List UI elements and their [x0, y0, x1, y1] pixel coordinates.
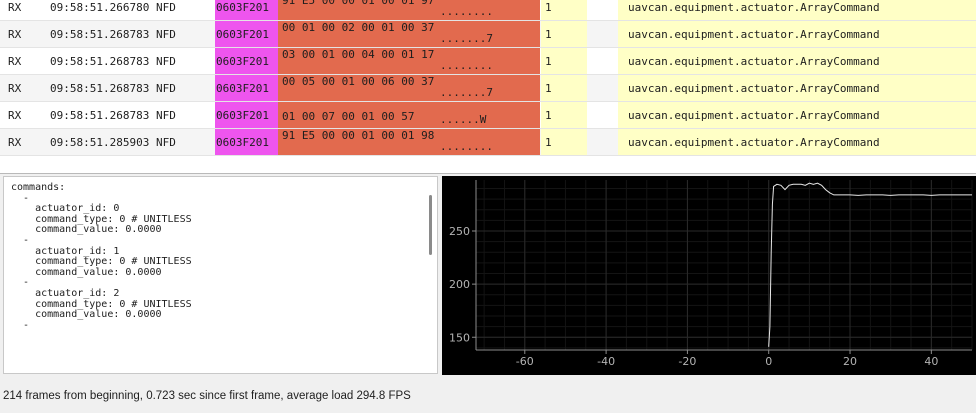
frame-timestamp: 09:58:51.285903 NFD	[50, 136, 176, 149]
decoded-message-pane[interactable]: commands: - actuator_id: 0 command_type:…	[3, 176, 438, 374]
frame-can-id: 0603F201	[215, 0, 279, 21]
frame-row[interactable]: RX 09:58:51.285903 NFD 0603F201 91 E5 00 00…	[0, 129, 976, 156]
frame-direction: RX	[8, 109, 22, 122]
frame-data-type-cell: uavcan.equipment.actuator.ArrayCommand	[618, 21, 976, 48]
frame-direction: RX	[8, 55, 22, 68]
frame-source	[584, 75, 618, 102]
decoded-scrollbar[interactable]	[429, 195, 432, 255]
frame-direction: RX	[8, 82, 22, 95]
frame-timestamp: 09:58:51.268783 NFD	[50, 109, 176, 122]
frame-can-id: 0603F201	[215, 48, 279, 75]
frame-timestamp: 09:58:51.266780 NFD	[50, 1, 176, 14]
plot-x-tick-label: -20	[678, 355, 696, 368]
frame-data-type: uavcan.equipment.actuator.ArrayCommand	[628, 136, 880, 149]
frame-length: 1	[541, 102, 587, 129]
frame-length: 1	[541, 129, 587, 156]
frame-data-hex: 00 05 00 01 00 06 00 37	[282, 75, 435, 88]
frame-length: 1	[541, 48, 587, 75]
frame-table[interactable]: RX 09:58:51.266780 NFD 0603F201 91 E5 00 00…	[0, 0, 976, 174]
frame-data-type: uavcan.equipment.actuator.ArrayCommand	[628, 82, 880, 95]
frame-data-type: uavcan.equipment.actuator.ArrayCommand	[628, 55, 880, 68]
frame-data-cell: 01 00 07 00 01 00 57 ......W	[278, 102, 540, 129]
frame-data-cell: 91 E5 00 00 01 00 01 97........	[278, 0, 540, 21]
frame-data-cell: 91 E5 00 00 01 00 01 98........	[278, 129, 540, 156]
frame-data-ascii: .......7	[440, 32, 493, 45]
frame-data-type-cell: uavcan.equipment.actuator.ArrayCommand	[618, 75, 976, 102]
frame-row[interactable]: RX 09:58:51.266780 NFD 0603F201 91 E5 00 00…	[0, 0, 976, 21]
status-text: 214 frames from beginning, 0.723 sec sin…	[3, 390, 411, 402]
plot-y-tick-label: 200	[449, 278, 470, 291]
frame-data-hex: 91 E5 00 00 01 00 01 98	[282, 129, 435, 142]
frame-data-hex: 00 01 00 02 00 01 00 37	[282, 21, 435, 34]
plot-x-tick-label: 40	[924, 355, 938, 368]
frame-direction: RX	[8, 28, 22, 41]
frame-timestamp: 09:58:51.268783 NFD	[50, 28, 176, 41]
frame-data-ascii: .......7	[440, 86, 493, 99]
frame-data-ascii: ........	[440, 59, 493, 72]
plot-y-tick-label: 250	[449, 225, 470, 238]
frame-can-id: 0603F201	[215, 102, 279, 129]
frame-source	[584, 0, 618, 21]
frame-data-ascii: ........	[440, 5, 493, 18]
frame-timestamp: 09:58:51.268783 NFD	[50, 55, 176, 68]
plot-x-tick-label: 20	[843, 355, 857, 368]
frame-data-type-cell: uavcan.equipment.actuator.ArrayCommand	[618, 129, 976, 156]
frame-can-id: 0603F201	[215, 21, 279, 48]
frame-length: 1	[541, 21, 587, 48]
frame-data-cell: 03 00 01 00 04 00 01 17........	[278, 48, 540, 75]
frame-data-type: uavcan.equipment.actuator.ArrayCommand	[628, 109, 880, 122]
plot-x-tick-label: 0	[765, 355, 772, 368]
frame-data-type-cell: uavcan.equipment.actuator.ArrayCommand	[618, 102, 976, 129]
frame-data-ascii: ......W	[440, 113, 487, 126]
frame-row[interactable]: RX 09:58:51.268783 NFD 0603F201 03 00 01 00…	[0, 48, 976, 75]
frame-row[interactable]: RX 09:58:51.268783 NFD 0603F201 00 01 00 02…	[0, 21, 976, 48]
frame-length: 1	[541, 75, 587, 102]
frame-source	[584, 21, 618, 48]
frame-row[interactable]: RX 09:58:51.268783 NFD 0603F201 01 00 07 00…	[0, 102, 976, 129]
frame-data-type: uavcan.equipment.actuator.ArrayCommand	[628, 28, 880, 41]
frame-timestamp: 09:58:51.268783 NFD	[50, 82, 176, 95]
value-plot[interactable]: -60 -40 -20 0 20 40 150 200 250	[442, 176, 976, 375]
frame-source	[584, 102, 618, 129]
frame-direction: RX	[8, 1, 22, 14]
frame-row[interactable]: RX 09:58:51.268783 NFD 0603F201 00 05 00 01…	[0, 75, 976, 102]
frame-data-hex: 01 00 07 00 01 00 57	[282, 110, 415, 123]
frame-data-hex: 03 00 01 00 04 00 01 17	[282, 48, 435, 61]
plot-x-tick-label: -40	[597, 355, 615, 368]
frame-data-ascii: ........	[440, 140, 493, 153]
frame-data-cell: 00 05 00 01 00 06 00 37 .......7	[278, 75, 540, 102]
frame-data-hex: 91 E5 00 00 01 00 01 97	[282, 0, 435, 7]
plot-canvas: -60 -40 -20 0 20 40 150 200 250	[449, 180, 973, 368]
row-divider	[0, 155, 976, 156]
decoded-message-text: commands: - actuator_id: 0 command_type:…	[11, 182, 192, 331]
plot-y-tick-label: 150	[449, 331, 470, 344]
frame-data-type: uavcan.equipment.actuator.ArrayCommand	[628, 1, 880, 14]
frame-data-type-cell: uavcan.equipment.actuator.ArrayCommand	[618, 0, 976, 21]
frame-source	[584, 129, 618, 156]
frame-data-type-cell: uavcan.equipment.actuator.ArrayCommand	[618, 48, 976, 75]
frame-source	[584, 48, 618, 75]
status-bar: 214 frames from beginning, 0.723 sec sin…	[0, 376, 976, 413]
frame-can-id: 0603F201	[215, 75, 279, 102]
frame-direction: RX	[8, 136, 22, 149]
frame-can-id: 0603F201	[215, 129, 279, 156]
frame-data-cell: 00 01 00 02 00 01 00 37 .......7	[278, 21, 540, 48]
plot-x-tick-label: -60	[516, 355, 534, 368]
frame-length: 1	[541, 0, 587, 21]
